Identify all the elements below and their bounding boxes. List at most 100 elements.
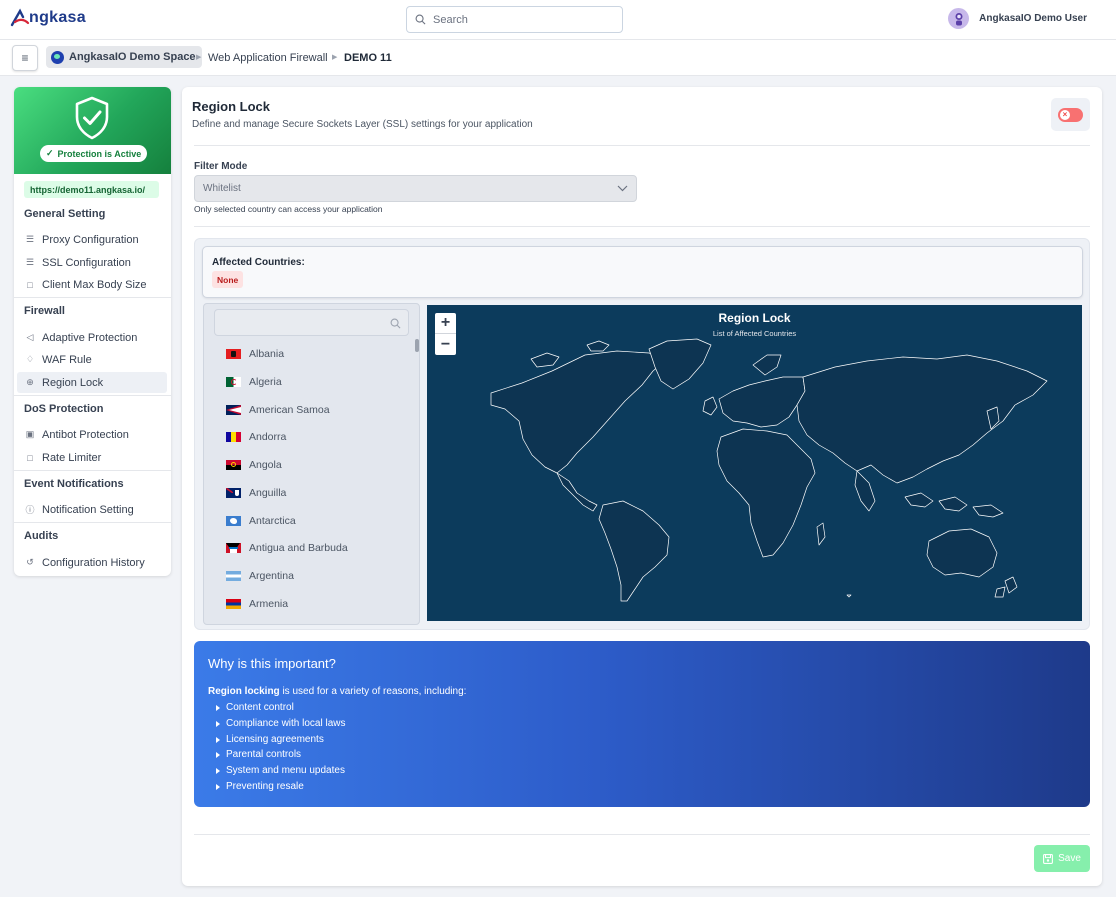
- affected-countries-badge: None: [212, 271, 244, 288]
- section-title-audits: Audits: [24, 530, 59, 542]
- zoom-in-button[interactable]: +: [435, 313, 456, 334]
- section-title-firewall: Firewall: [24, 305, 65, 317]
- andorra-flag-icon: [226, 432, 241, 442]
- world-map[interactable]: Region Lock List of Affected Countries +…: [427, 305, 1082, 621]
- save-label: Save: [1058, 853, 1081, 864]
- country-item[interactable]: Angola: [226, 455, 282, 475]
- section-title-dos: DoS Protection: [24, 403, 104, 415]
- list-item-text: Content control: [226, 702, 294, 713]
- protection-banner: ✓ Protection is Active: [14, 87, 171, 174]
- country-name: Algeria: [249, 376, 282, 388]
- region-lock-toggle[interactable]: ×: [1051, 98, 1090, 131]
- sidebar-item-label: SSL Configuration: [42, 256, 131, 269]
- breadcrumb: ≡ AngkasaIO Demo Space ▶ Web Application…: [0, 40, 1116, 76]
- sidebar-item-proxy-configuration[interactable]: ☰ Proxy Configuration: [17, 229, 167, 250]
- astronaut-icon: [955, 12, 963, 25]
- country-item[interactable]: Anguilla: [226, 483, 286, 503]
- sidebar-item-label: Configuration History: [42, 556, 145, 569]
- user-menu[interactable]: AngkasaIO Demo User: [948, 8, 1087, 29]
- list-item-text: Compliance with local laws: [226, 718, 346, 729]
- list-item: System and menu updates: [216, 765, 345, 776]
- page-title: Region Lock: [192, 99, 271, 114]
- country-item[interactable]: Antigua and Barbuda: [226, 538, 348, 558]
- country-name: Andorra: [249, 431, 287, 443]
- list-item-text: Parental controls: [226, 749, 302, 760]
- filter-mode-select[interactable]: Whitelist: [194, 175, 637, 202]
- country-item[interactable]: Albania: [226, 344, 284, 364]
- sidebar-item-adaptive-protection[interactable]: ◁ Adaptive Protection: [17, 327, 167, 348]
- sidebar-item-label: Antibot Protection: [42, 428, 129, 441]
- sidebar-item-ssl-configuration[interactable]: ☰ SSL Configuration: [17, 252, 167, 273]
- breadcrumb-space-label: AngkasaIO Demo Space: [69, 51, 196, 63]
- country-name: Anguilla: [249, 487, 287, 499]
- search-input[interactable]: Search: [406, 6, 623, 33]
- caret-right-icon: [216, 751, 220, 758]
- breadcrumb-space[interactable]: AngkasaIO Demo Space: [46, 46, 202, 68]
- document-icon: □: [27, 279, 33, 290]
- sidebar-item-label: Region Lock: [42, 376, 104, 389]
- page-subtitle: Define and manage Secure Sockets Layer (…: [192, 119, 533, 130]
- country-list-panel: Albania Algeria American Samoa Andorra A…: [203, 303, 420, 625]
- filter-mode-label: Filter Mode: [194, 161, 248, 172]
- angola-flag-icon: [226, 460, 241, 470]
- country-name: Angola: [249, 459, 282, 471]
- site-url[interactable]: https://demo11.angkasa.io/: [24, 181, 159, 198]
- caret-right-icon: [216, 720, 220, 727]
- scrollbar[interactable]: [415, 339, 419, 352]
- sidebar-item-waf-rule[interactable]: ♢ WAF Rule: [17, 349, 167, 370]
- sidebar-item-antibot-protection[interactable]: ▣ Antibot Protection: [17, 424, 167, 445]
- save-button[interactable]: Save: [1034, 845, 1090, 872]
- world-map-graphic: [490, 338, 1048, 602]
- country-item[interactable]: Andorra: [226, 427, 286, 447]
- antarctica-flag-icon: [226, 516, 241, 526]
- list-item: Licensing agreements: [216, 734, 324, 745]
- country-name: Argentina: [249, 570, 294, 582]
- status-badge: ✓ Protection is Active: [40, 145, 148, 162]
- sidebar-item-label: Notification Setting: [42, 503, 134, 516]
- sidebar-item-label: WAF Rule: [42, 353, 92, 366]
- country-item[interactable]: Armenia: [226, 594, 288, 614]
- main-panel: Region Lock Define and manage Secure Soc…: [182, 87, 1102, 886]
- country-item[interactable]: American Samoa: [226, 400, 330, 420]
- breadcrumb-current: DEMO 11: [344, 52, 392, 64]
- affected-countries-title: Affected Countries:: [212, 257, 305, 268]
- list-item: Content control: [216, 702, 294, 713]
- brand-logo[interactable]: ngkasa: [10, 8, 86, 28]
- why-important-card: Why is this important? Region locking is…: [194, 641, 1090, 807]
- american-samoa-flag-icon: [226, 405, 241, 415]
- chevron-right-icon: ▶: [332, 54, 338, 61]
- list-item: Preventing resale: [216, 781, 304, 792]
- country-item[interactable]: Antarctica: [226, 511, 296, 531]
- map-subtitle: List of Affected Countries: [712, 329, 797, 338]
- menu-toggle-button[interactable]: ≡: [12, 45, 38, 71]
- country-search-input[interactable]: [214, 309, 409, 336]
- sidebar-item-client-max-body-size[interactable]: □ Client Max Body Size: [17, 274, 167, 295]
- shield-icon: ♢: [25, 354, 35, 364]
- country-item[interactable]: Argentina: [226, 566, 294, 586]
- albania-flag-icon: [226, 349, 241, 359]
- sidebar-item-region-lock[interactable]: ⊕ Region Lock: [17, 372, 167, 393]
- document-icon: □: [27, 452, 33, 463]
- sidebar-item-configuration-history[interactable]: ↺ Configuration History: [17, 552, 167, 573]
- top-bar: ngkasa Search AngkasaIO Demo User: [0, 0, 1116, 40]
- divider: [194, 145, 1090, 146]
- armenia-flag-icon: [226, 599, 241, 609]
- map-zoom-control: + −: [435, 313, 456, 355]
- antigua-flag-icon: [226, 543, 241, 553]
- country-name: American Samoa: [249, 404, 330, 416]
- divider: [14, 297, 171, 298]
- list-icon: ☰: [25, 257, 35, 267]
- argentina-flag-icon: [226, 571, 241, 581]
- adaptive-icon: ◁: [26, 332, 34, 342]
- hamburger-icon: ≡: [21, 51, 29, 65]
- breadcrumb-section[interactable]: Web Application Firewall: [208, 52, 328, 64]
- toggle-switch[interactable]: ×: [1058, 107, 1083, 122]
- info-icon: ⓘ: [25, 505, 35, 515]
- sidebar-item-rate-limiter[interactable]: □ Rate Limiter: [17, 447, 167, 468]
- caret-right-icon: [216, 783, 220, 790]
- sidebar-item-notification-setting[interactable]: ⓘ Notification Setting: [17, 499, 167, 520]
- country-item[interactable]: Algeria: [226, 372, 282, 392]
- chevron-down-icon: [617, 185, 628, 192]
- zoom-out-button[interactable]: −: [435, 334, 456, 355]
- shield-check-icon: [75, 96, 109, 140]
